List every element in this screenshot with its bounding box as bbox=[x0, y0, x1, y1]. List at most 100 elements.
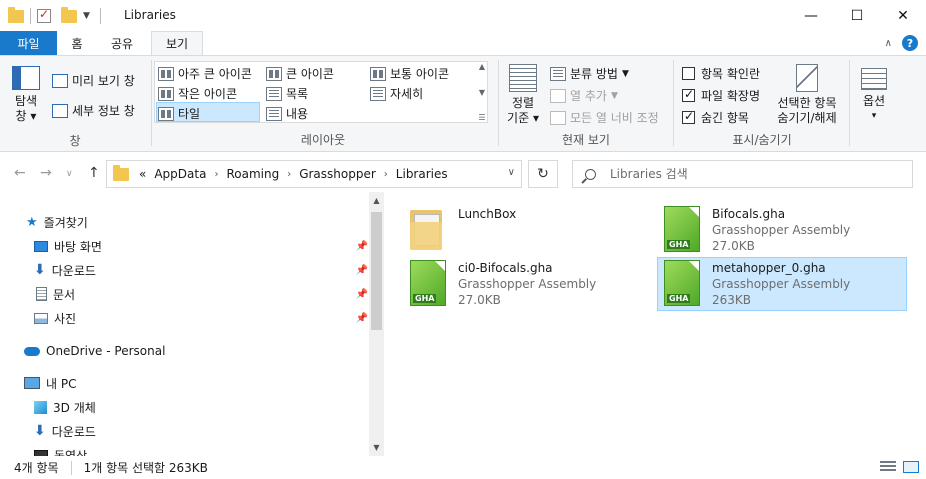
navigation-pane-button[interactable]: 탐색 창 ▾ bbox=[6, 66, 46, 124]
breadcrumb-item[interactable]: Libraries bbox=[396, 167, 448, 181]
nav-item-downloads-pc[interactable]: ⬇ 다운로드 bbox=[34, 420, 384, 442]
divider bbox=[151, 60, 152, 146]
layout-details[interactable]: 자세히 bbox=[370, 85, 423, 102]
address-bar[interactable]: « AppData › Roaming › Grasshopper › Libr… bbox=[106, 160, 522, 188]
file-extensions-toggle[interactable]: 파일 확장명 bbox=[682, 87, 760, 104]
layout-extra-large-icons[interactable]: 아주 큰 아이콘 bbox=[158, 65, 252, 82]
back-arrow-icon[interactable]: ← bbox=[14, 165, 26, 181]
file-size: 27.0KB bbox=[712, 239, 755, 253]
scroll-down-arrow-icon[interactable]: ▼ bbox=[369, 443, 384, 452]
divider bbox=[99, 8, 101, 24]
options-button[interactable]: 옵션 ▾ bbox=[854, 68, 894, 124]
help-icon[interactable]: ? bbox=[902, 35, 918, 51]
divider bbox=[498, 60, 499, 146]
layout-list[interactable]: 목록 bbox=[266, 85, 308, 102]
nav-item-this-pc[interactable]: 내 PC bbox=[24, 372, 384, 394]
chevron-right-icon[interactable]: › bbox=[214, 169, 218, 180]
computer-icon bbox=[24, 377, 40, 389]
small-icons-icon bbox=[158, 86, 174, 101]
breadcrumb-overflow[interactable]: « bbox=[139, 167, 146, 181]
search-box[interactable] bbox=[572, 160, 913, 188]
navigation-pane-scrollbar[interactable]: ▲ ▼ bbox=[369, 192, 384, 456]
checkbox[interactable] bbox=[682, 87, 695, 102]
gha-file-icon: GHA bbox=[664, 206, 700, 252]
forward-arrow-icon[interactable]: → bbox=[40, 165, 52, 181]
up-arrow-icon[interactable]: ↑ bbox=[88, 165, 100, 181]
details-pane-icon bbox=[52, 103, 68, 118]
refresh-button[interactable]: ↻ bbox=[528, 160, 558, 188]
scrollbar-thumb[interactable] bbox=[371, 212, 382, 330]
scroll-up-icon[interactable]: ▲ bbox=[479, 62, 485, 71]
scroll-down-icon[interactable]: ▼ bbox=[479, 88, 485, 97]
details-view-icon[interactable] bbox=[880, 461, 896, 473]
pin-icon[interactable]: 📌 bbox=[356, 313, 368, 324]
maximize-button[interactable]: ☐ bbox=[834, 0, 880, 31]
close-button[interactable]: ✕ bbox=[880, 0, 926, 31]
customize-toolbar-dropdown[interactable]: ▼ bbox=[83, 11, 90, 21]
nav-item-pictures[interactable]: 사진 📌 bbox=[34, 307, 368, 329]
file-tile-metahopper[interactable]: GHA metahopper_0.gha Grasshopper Assembl… bbox=[657, 257, 907, 311]
pin-icon[interactable]: 📌 bbox=[356, 241, 368, 252]
checkbox[interactable] bbox=[682, 67, 695, 80]
item-checkboxes-toggle[interactable]: 항목 확인란 bbox=[682, 65, 760, 82]
file-tile-bifocals[interactable]: GHA Bifocals.gha Grasshopper Assembly 27… bbox=[664, 204, 916, 258]
navigation-pane: ★ 즐겨찾기 바탕 화면 📌 ⬇ 다운로드 📌 문서 📌 사진 📌 OneDri… bbox=[0, 192, 384, 456]
divider bbox=[849, 60, 850, 146]
new-folder-icon[interactable] bbox=[61, 6, 77, 23]
hide-selected-items-button[interactable]: 선택한 항목 숨기기/해제 bbox=[772, 64, 842, 126]
details-pane-button[interactable]: 세부 정보 창 bbox=[52, 102, 135, 119]
layout-large-icons[interactable]: 큰 아이콘 bbox=[266, 65, 334, 82]
nav-item-downloads[interactable]: ⬇ 다운로드 📌 bbox=[34, 259, 368, 281]
search-icon bbox=[585, 168, 596, 180]
file-size: 27.0KB bbox=[458, 293, 501, 307]
file-list: LunchBox GHA Bifocals.gha Grasshopper As… bbox=[384, 192, 926, 456]
properties-icon[interactable] bbox=[37, 7, 51, 23]
file-size: 263KB bbox=[712, 293, 752, 307]
nav-item-3d-objects[interactable]: 3D 개체 bbox=[34, 396, 384, 418]
file-tile-lunchbox[interactable]: LunchBox bbox=[410, 204, 662, 258]
divider bbox=[673, 60, 674, 146]
layout-small-icons[interactable]: 작은 아이콘 bbox=[158, 85, 237, 102]
nav-item-desktop[interactable]: 바탕 화면 📌 bbox=[34, 235, 368, 257]
search-input[interactable] bbox=[610, 167, 890, 181]
chevron-right-icon[interactable]: › bbox=[287, 169, 291, 180]
large-icons-view-icon[interactable] bbox=[903, 461, 919, 473]
chevron-right-icon[interactable]: › bbox=[384, 169, 388, 180]
layout-gallery-scroll[interactable]: ▲ ▼ ☰ bbox=[476, 62, 488, 122]
scroll-up-arrow-icon[interactable]: ▲ bbox=[369, 196, 384, 205]
layout-medium-icons[interactable]: 보통 아이콘 bbox=[370, 65, 449, 82]
nav-item-quick-access[interactable]: ★ 즐겨찾기 bbox=[26, 211, 384, 233]
group-by-icon bbox=[550, 66, 566, 81]
download-arrow-icon: ⬇ bbox=[34, 262, 46, 278]
size-all-columns-button[interactable]: 모든 열 너비 조정 bbox=[550, 109, 659, 126]
file-name: LunchBox bbox=[458, 207, 517, 221]
layout-tiles[interactable]: 타일 bbox=[158, 105, 200, 122]
selection-info: 1개 항목 선택함 263KB bbox=[83, 461, 208, 475]
tab-home[interactable]: 홈 bbox=[60, 31, 94, 55]
checkbox[interactable] bbox=[682, 109, 695, 124]
tab-file[interactable]: 파일 bbox=[0, 31, 57, 55]
minimize-button[interactable]: — bbox=[788, 0, 834, 31]
nav-item-onedrive[interactable]: OneDrive - Personal bbox=[24, 340, 384, 362]
group-by-button[interactable]: 분류 방법 ▼ bbox=[550, 65, 629, 82]
pin-icon[interactable]: 📌 bbox=[356, 265, 368, 276]
nav-item-videos[interactable]: 동영상 bbox=[34, 444, 384, 456]
tab-view[interactable]: 보기 bbox=[151, 31, 203, 55]
breadcrumb-item[interactable]: Grasshopper bbox=[299, 167, 376, 181]
add-columns-button[interactable]: 열 추가 ▼ bbox=[550, 87, 618, 104]
chevron-down-icon[interactable]: ∨ bbox=[508, 167, 515, 178]
pin-icon[interactable]: 📌 bbox=[356, 289, 368, 300]
breadcrumb-item[interactable]: AppData bbox=[154, 167, 206, 181]
file-tile-ci0-bifocals[interactable]: GHA ci0-Bifocals.gha Grasshopper Assembl… bbox=[410, 258, 662, 312]
sort-by-button[interactable]: 정렬 기준 ▾ bbox=[502, 64, 544, 126]
hidden-items-toggle[interactable]: 숨긴 항목 bbox=[682, 109, 749, 126]
recent-locations-dropdown[interactable]: ∨ bbox=[66, 169, 73, 179]
layout-content[interactable]: 내용 bbox=[266, 105, 308, 122]
breadcrumb-item[interactable]: Roaming bbox=[226, 167, 279, 181]
preview-pane-button[interactable]: 미리 보기 창 bbox=[52, 72, 135, 89]
collapse-ribbon-icon[interactable]: ∧ bbox=[885, 38, 892, 49]
expand-gallery-icon[interactable]: ☰ bbox=[478, 113, 485, 122]
content-icon bbox=[266, 106, 282, 121]
nav-item-documents[interactable]: 문서 📌 bbox=[34, 283, 368, 305]
tab-share[interactable]: 공유 bbox=[102, 31, 142, 55]
